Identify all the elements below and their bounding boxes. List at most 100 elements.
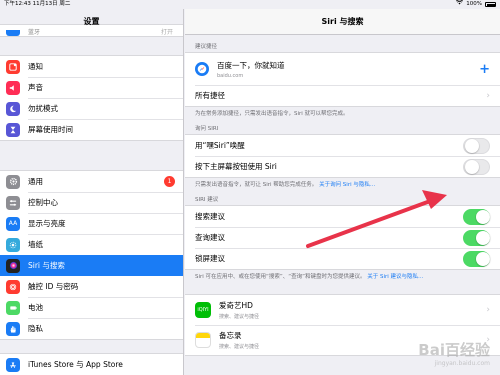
sidebar-item-general[interactable]: 通用 1 (0, 171, 183, 192)
siri-search-pane: Siri 与搜索 建议捷径 百度一下，你就知道 baidu.com + 所有捷径… (185, 9, 500, 375)
page-title: Siri 与搜索 (185, 9, 500, 35)
sidebar-item-wallpaper[interactable]: 墙纸 (0, 234, 183, 255)
all-shortcuts-label: 所有捷径 (195, 91, 225, 100)
sidebar-item-display[interactable]: AA 显示与亮度 (0, 213, 183, 234)
sidebar-group-store: iTunes Store 与 App Store (0, 353, 183, 375)
ask-siri-privacy-link[interactable]: 关于询问 Siri 与隐私… (319, 182, 375, 188)
sidebar-item-privacy[interactable]: 隐私 (0, 318, 183, 339)
chevron-right-icon: › (486, 305, 490, 315)
home-button-siri-label: 按下主屏幕按钮使用 Siri (195, 162, 277, 171)
app-name: 爱奇艺HD (219, 301, 253, 310)
sidebar-item-siri[interactable]: Siri 与搜索 (0, 255, 183, 276)
battery-icon (485, 2, 496, 7)
sidebar-item-label: 隐私 (28, 324, 43, 333)
sidebar-item-label: 声音 (28, 83, 43, 92)
watermark-url: jingyan.baidu.com (434, 360, 490, 367)
notification-badge: 1 (164, 176, 175, 187)
sidebar-item-bluetooth[interactable]: 蓝牙 打开 (0, 25, 183, 36)
lookup-suggestions-toggle[interactable] (463, 229, 490, 246)
add-shortcut-button[interactable]: + (479, 62, 490, 77)
watermark-brand: Bai百经验 (418, 341, 490, 359)
gear-icon (6, 174, 20, 189)
safari-icon (195, 62, 209, 76)
suggestions-group: 搜索建议 查询建议 锁屏建议 (185, 205, 500, 270)
sidebar-item-label: 显示与亮度 (28, 219, 66, 228)
hey-siri-toggle[interactable] (463, 137, 490, 154)
wallpaper-icon (6, 237, 20, 252)
suggestions-privacy-link[interactable]: 关于 Siri 建议与隐私… (367, 274, 423, 280)
watermark: Bai百经验 jingyan.baidu.com (418, 339, 490, 367)
search-suggestions-row: 搜索建议 (185, 206, 500, 227)
sidebar-item-label: iTunes Store 与 App Store (28, 360, 123, 369)
shortcut-suggestion-row[interactable]: 百度一下，你就知道 baidu.com + (185, 53, 500, 85)
all-shortcuts-row[interactable]: 所有捷径 › (185, 85, 500, 106)
battery-icon (6, 300, 20, 315)
sidebar-item-control-center[interactable]: 控制中心 (0, 192, 183, 213)
shortcut-title: 百度一下，你就知道 (217, 60, 285, 70)
iqiyi-app-icon: iQIYI (195, 302, 211, 318)
sidebar-item-label: 墙纸 (28, 240, 43, 249)
shortcut-subtitle: baidu.com (217, 72, 244, 79)
ask-siri-group: 用“嘿Siri”唤醒 按下主屏幕按钮使用 Siri (185, 134, 500, 178)
lockscreen-suggestions-row: 锁屏建议 (185, 248, 500, 269)
hey-siri-row: 用“嘿Siri”唤醒 (185, 135, 500, 156)
status-time-date: 下午12:43 11月13日 周二 (4, 1, 71, 7)
siri-icon (6, 258, 20, 273)
section-header-shortcuts: 建议捷径 (195, 44, 218, 50)
sidebar-group-general: 通用 1 控制中心 AA 显示与亮度 墙纸 Siri 与搜索 触控 ID 与密码… (0, 170, 183, 340)
sidebar-item-value: 打开 (160, 29, 173, 36)
shortcut-text: 百度一下，你就知道 baidu.com (217, 60, 285, 79)
sidebar-item-label: 控制中心 (28, 198, 58, 207)
hand-icon (6, 321, 20, 336)
notes-app-icon (195, 332, 211, 348)
app-row-iqiyi[interactable]: iQIYI 爱奇艺HD 搜索、建议与捷径 › (185, 295, 500, 325)
sidebar-item-battery[interactable]: 电池 (0, 297, 183, 318)
sidebar-item-label: 通用 (28, 177, 43, 186)
section-header-ask-siri: 询问 SIRI (195, 126, 219, 132)
sidebar-item-sounds[interactable]: 声音 (0, 77, 183, 98)
suggestions-footer-text: Siri 可在应用中、或在您使用“搜索”、“查询”和键盘时为您提供建议。 (195, 274, 366, 280)
app-store-icon (6, 357, 20, 372)
sidebar-item-label: 勿扰模式 (28, 104, 58, 113)
app-text: 爱奇艺HD 搜索、建议与捷径 (219, 300, 259, 320)
bell-icon (6, 59, 20, 74)
battery-percent: 100% (466, 1, 482, 7)
suggestions-footer: Siri 可在应用中、或在您使用“搜索”、“查询”和键盘时为您提供建议。 关于 … (185, 270, 500, 284)
sidebar-item-label: Siri 与搜索 (28, 261, 65, 270)
fingerprint-icon (6, 279, 20, 294)
app-subtitle: 搜索、建议与捷径 (219, 344, 260, 350)
chevron-right-icon: › (486, 90, 490, 101)
search-suggestions-label: 搜索建议 (195, 212, 225, 221)
lookup-suggestions-label: 查询建议 (195, 233, 225, 242)
ask-siri-footer-text: 只需发出语音指令，就可让 Siri 帮助您完成任务。 (195, 182, 318, 188)
sidebar-item-label: 通知 (28, 62, 43, 71)
ask-siri-footer: 只需发出语音指令，就可让 Siri 帮助您完成任务。 关于询问 Siri 与隐私… (185, 178, 500, 192)
display-icon: AA (6, 216, 20, 231)
sidebar-item-notifications[interactable]: 通知 (0, 56, 183, 77)
shortcuts-group: 百度一下，你就知道 baidu.com + 所有捷径 › (185, 52, 500, 107)
settings-sidebar: 设置 蓝牙 打开 通知 声音 勿扰模式 屏幕使用时间 通用 1 控制中心 AA … (0, 9, 184, 375)
sidebar-group-notifications: 通知 声音 勿扰模式 屏幕使用时间 (0, 55, 183, 141)
lockscreen-suggestions-toggle[interactable] (463, 250, 490, 267)
speaker-icon (6, 80, 20, 95)
sidebar-item-label: 触控 ID 与密码 (28, 282, 79, 291)
hey-siri-label: 用“嘿Siri”唤醒 (195, 141, 245, 150)
sidebar-item-touch-id[interactable]: 触控 ID 与密码 (0, 276, 183, 297)
sidebar-item-label: 蓝牙 (28, 29, 41, 36)
sidebar-item-label: 电池 (28, 303, 43, 312)
status-right: 100% (456, 0, 496, 9)
shortcuts-footer: 为在常务添加捷径，只需发出语音指令，Siri 就可以帮您完成。 (195, 111, 349, 117)
wifi-icon (456, 0, 464, 9)
app-subtitle: 搜索、建议与捷径 (219, 314, 260, 320)
home-button-siri-toggle[interactable] (463, 158, 490, 175)
sidebar-item-app-store[interactable]: iTunes Store 与 App Store (0, 354, 183, 375)
sidebar-item-screen-time[interactable]: 屏幕使用时间 (0, 119, 183, 140)
control-center-icon (6, 195, 20, 210)
lookup-suggestions-row: 查询建议 (185, 227, 500, 248)
app-name: 备忘录 (219, 331, 242, 340)
sidebar-item-label: 屏幕使用时间 (28, 125, 73, 134)
moon-icon (6, 101, 20, 116)
sidebar-item-dnd[interactable]: 勿扰模式 (0, 98, 183, 119)
lockscreen-suggestions-label: 锁屏建议 (195, 254, 225, 263)
search-suggestions-toggle[interactable] (463, 208, 490, 225)
